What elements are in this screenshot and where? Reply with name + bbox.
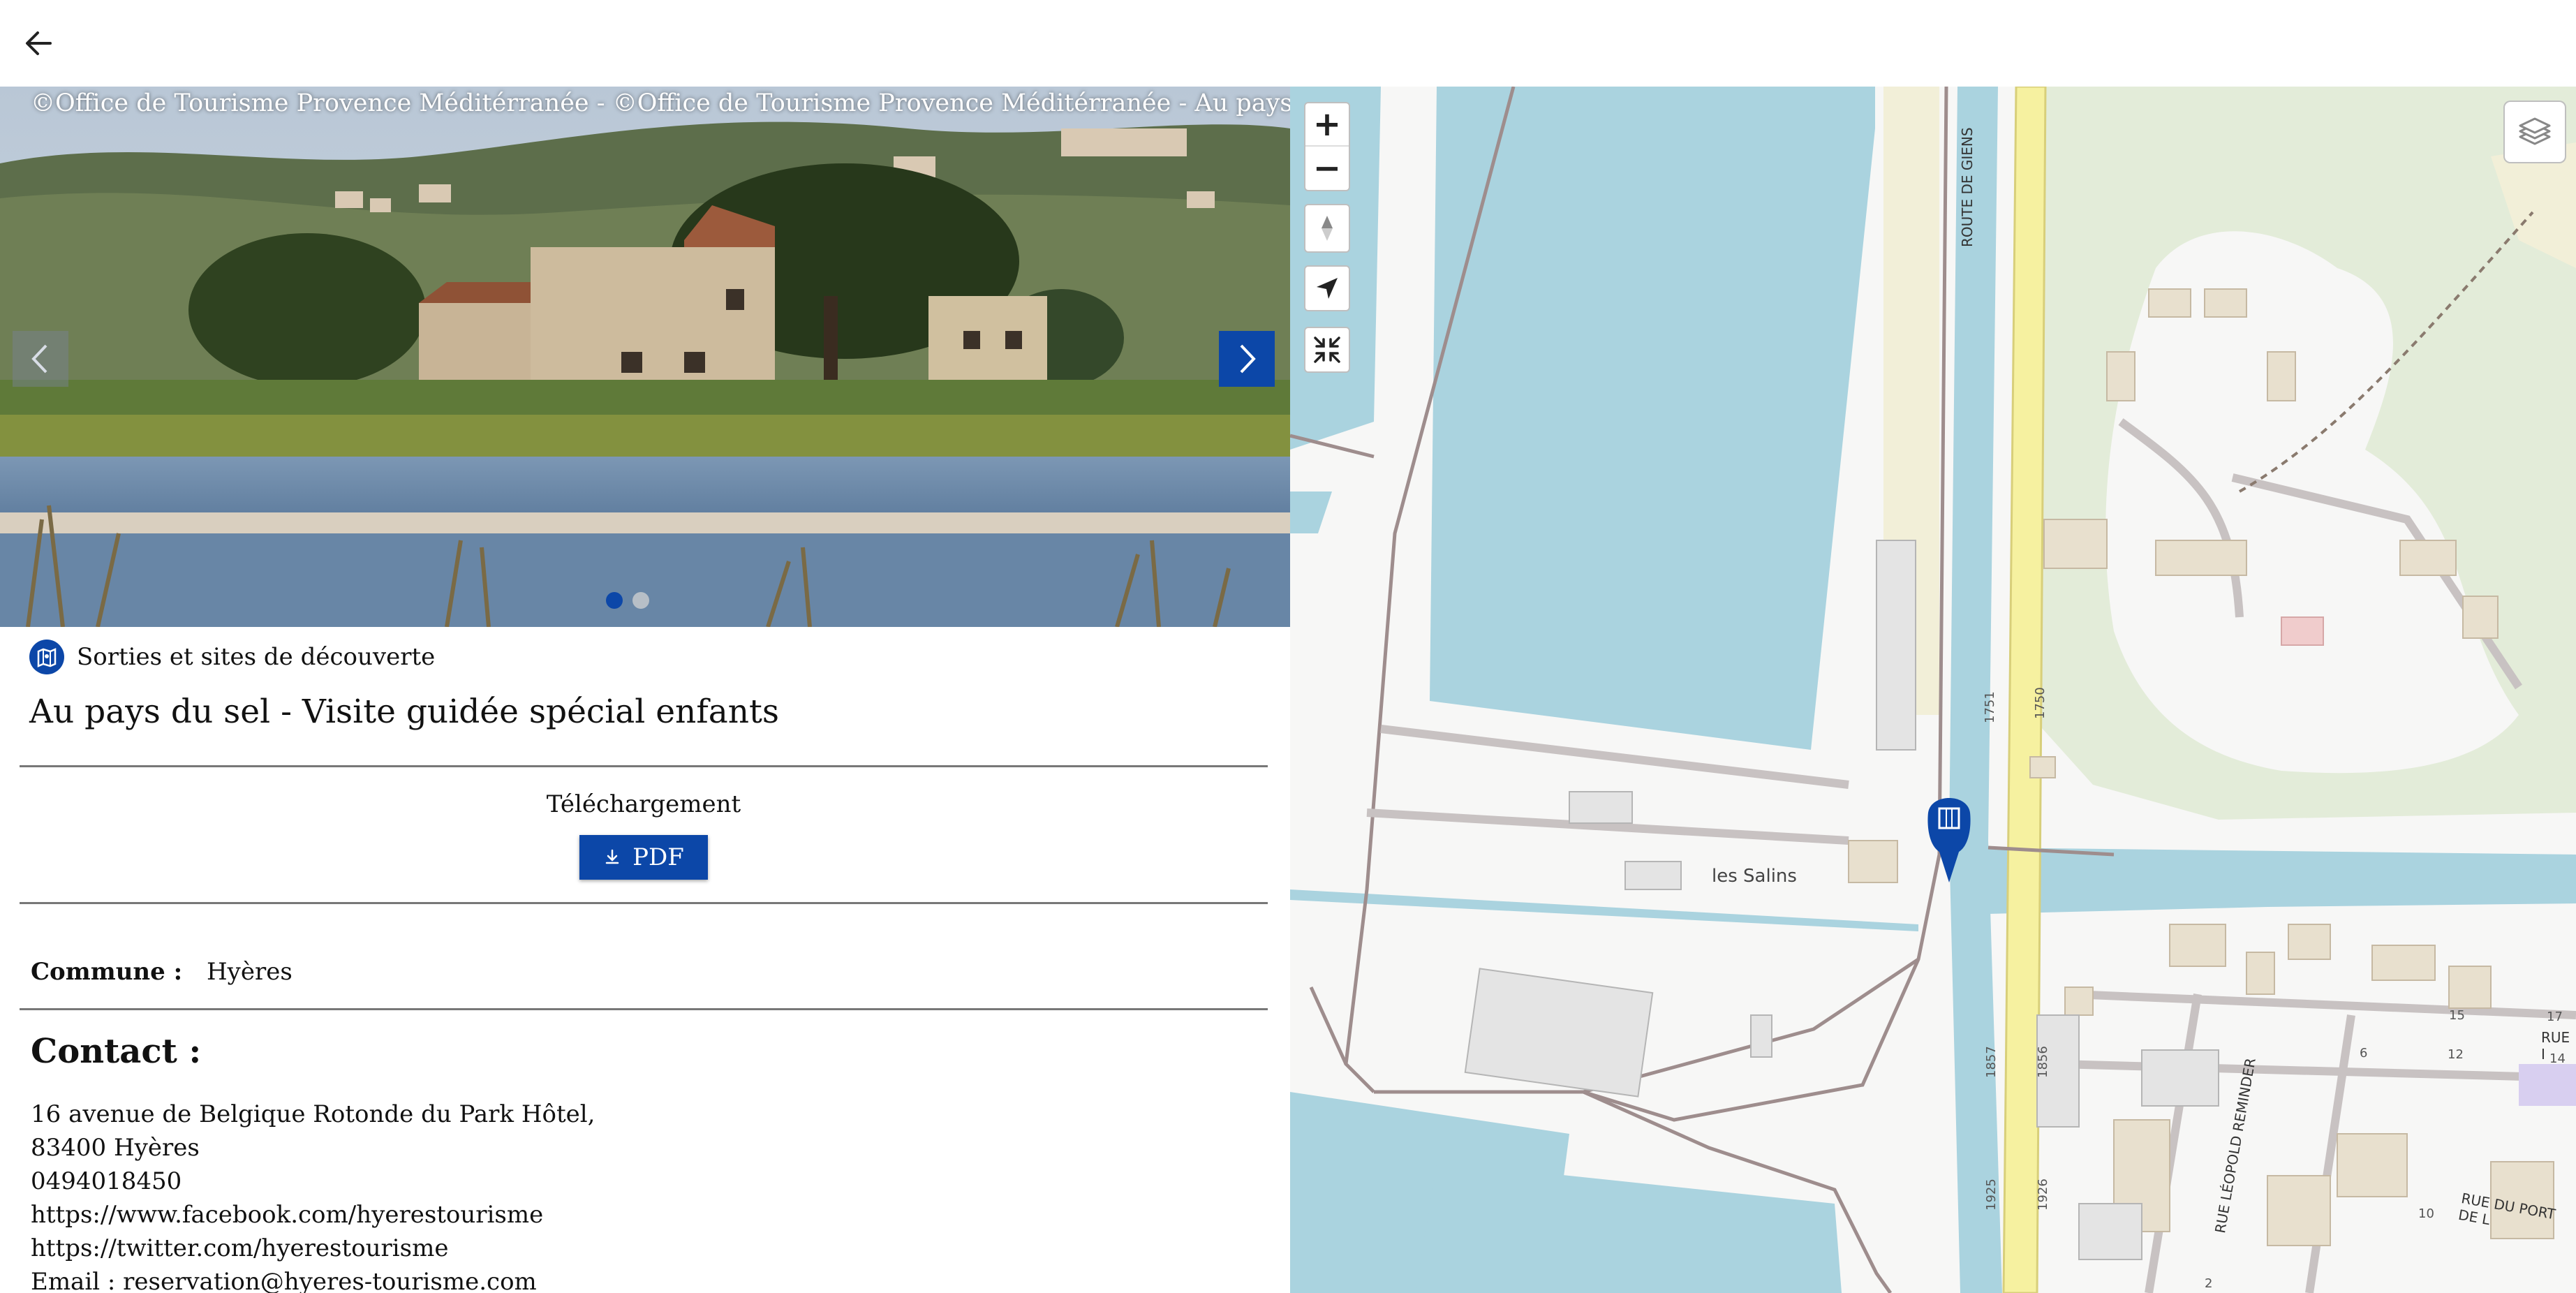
- back-button[interactable]: [20, 24, 59, 63]
- download-label: Téléchargement: [546, 790, 741, 818]
- contact-address: 16 avenue de Belgique Rotonde du Park Hô…: [31, 1100, 595, 1128]
- commune-value: Hyères: [206, 958, 293, 986]
- pdf-download-button[interactable]: PDF: [579, 835, 708, 880]
- photo-carousel[interactable]: ©Office de Tourisme Provence Méditérrané…: [0, 87, 1290, 627]
- page-title: Au pays du sel - Visite guidée spécial e…: [29, 693, 780, 731]
- commune-row: Commune : Hyères: [31, 958, 293, 986]
- elevation-label: 1857: [1984, 1046, 1999, 1078]
- carousel-dot-2[interactable]: [632, 592, 649, 609]
- carousel-dot-1[interactable]: [606, 592, 623, 609]
- commune-label: Commune :: [31, 958, 183, 986]
- compass-button[interactable]: [1304, 204, 1350, 253]
- map-guide-icon: [29, 640, 64, 674]
- contact-details: 16 avenue de Belgique Rotonde du Park Hô…: [31, 1098, 595, 1293]
- carousel-prev-button[interactable]: [13, 331, 68, 387]
- contact-phone[interactable]: 0494018450: [31, 1165, 595, 1198]
- pdf-button-label: PDF: [632, 843, 684, 871]
- divider: [20, 1008, 1268, 1010]
- contact-facebook-link[interactable]: https://www.facebook.com/hyerestourisme: [31, 1198, 595, 1232]
- chevron-left-icon: [31, 344, 47, 374]
- house-number: 15: [2449, 1008, 2465, 1023]
- zoom-controls: + −: [1304, 102, 1350, 191]
- elevation-label: 1856: [2036, 1046, 2050, 1078]
- layers-icon: [2519, 117, 2551, 145]
- carousel-next-button[interactable]: [1219, 331, 1275, 387]
- divider: [20, 902, 1268, 904]
- elevation-label: 1925: [1984, 1179, 1999, 1211]
- top-bar: [0, 0, 2576, 87]
- road-label: ROUTE DE GIENS: [1959, 127, 1976, 247]
- carousel-photo: [0, 87, 1290, 627]
- house-number: 10: [2418, 1206, 2434, 1221]
- map-canvas[interactable]: [1290, 87, 2576, 1293]
- elevation-label: 1926: [2036, 1179, 2050, 1211]
- elevation-label: 1751: [1983, 691, 1997, 723]
- navigation-arrow-icon: [1317, 278, 1338, 299]
- divider: [20, 765, 1268, 767]
- house-number: 2: [2205, 1276, 2213, 1291]
- house-number: 17: [2547, 1010, 2563, 1024]
- contact-email[interactable]: Email : reservation@hyeres-tourisme.com: [31, 1265, 595, 1293]
- compass-icon: [1322, 216, 1333, 241]
- house-number: 6: [2360, 1046, 2368, 1061]
- house-number: 14: [2549, 1051, 2566, 1066]
- arrow-left-icon: [26, 31, 52, 55]
- zoom-out-button[interactable]: −: [1305, 147, 1349, 190]
- zoom-in-button[interactable]: +: [1305, 103, 1349, 147]
- chevron-right-icon: [1240, 344, 1256, 374]
- elevation-label: 1750: [2033, 687, 2048, 719]
- house-number: 12: [2448, 1047, 2464, 1062]
- carousel-dots: [606, 592, 649, 609]
- category-row: Sorties et sites de découverte: [29, 638, 435, 676]
- layers-button[interactable]: [2503, 101, 2566, 163]
- contact-postcode: 83400 Hyères: [31, 1134, 200, 1162]
- exit-fullscreen-button[interactable]: [1304, 327, 1350, 373]
- detail-panel: ©Office de Tourisme Provence Méditérrané…: [0, 87, 1290, 1293]
- download-icon: [605, 849, 619, 864]
- contact-twitter-link[interactable]: https://twitter.com/hyerestourisme: [31, 1232, 595, 1265]
- geolocate-button[interactable]: [1304, 265, 1350, 311]
- place-label: les Salins: [1712, 866, 1797, 887]
- map[interactable]: les Salins ROUTE DE GIENS RUE LÉOPOLD RE…: [1290, 87, 2576, 1293]
- category-label: Sorties et sites de découverte: [77, 643, 436, 671]
- shrink-icon: [1314, 337, 1340, 363]
- contact-heading: Contact :: [31, 1032, 202, 1071]
- photo-credit: ©Office de Tourisme Provence Méditérrané…: [31, 89, 1290, 117]
